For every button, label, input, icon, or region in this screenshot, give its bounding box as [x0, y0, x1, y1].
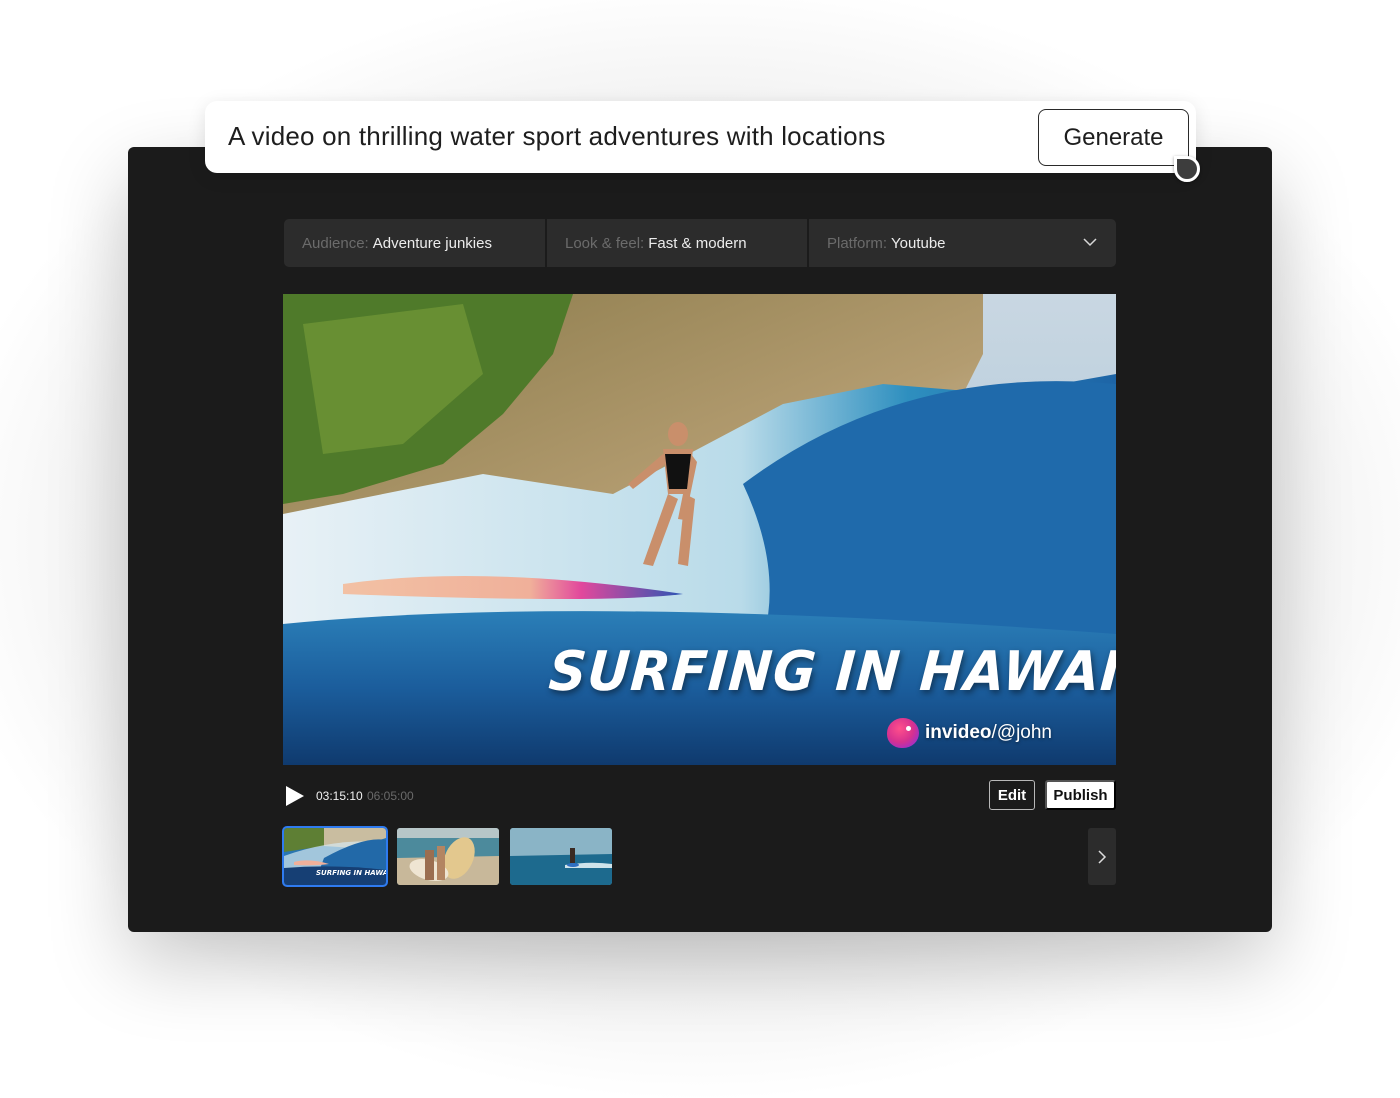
watermark-text: invideo/@john	[925, 722, 1053, 743]
current-time: 03:15:10	[316, 789, 363, 803]
platform-filter[interactable]: Platform: Youtube	[809, 219, 1116, 267]
chevron-down-icon[interactable]	[1082, 234, 1098, 250]
thumbnail-image	[510, 828, 612, 885]
filter-label: Platform:	[827, 234, 888, 252]
play-icon[interactable]	[285, 785, 305, 807]
total-duration: 06:05:00	[367, 789, 414, 803]
filter-value: Youtube	[891, 234, 946, 252]
publish-button[interactable]: Publish	[1045, 780, 1116, 810]
thumbnail-caption: SURFING IN HAWAII	[316, 869, 386, 877]
filter-value: Fast & modern	[648, 234, 747, 252]
scene-thumbnail[interactable]	[510, 828, 612, 885]
audience-filter[interactable]: Audience: Adventure junkies	[284, 219, 545, 267]
mouse-cursor-icon	[1174, 156, 1200, 182]
edit-button[interactable]: Edit	[989, 780, 1035, 810]
prompt-bar: Generate	[205, 101, 1200, 182]
video-title-overlay: SURFING IN HAWAII	[546, 640, 1116, 704]
filter-label: Audience:	[302, 234, 369, 252]
watermark: invideo/@john	[887, 718, 1052, 748]
invideo-logo-icon	[887, 718, 919, 748]
prompt-input[interactable]	[228, 121, 1018, 152]
video-preview[interactable]: SURFING IN HAWAII invideo/@john	[283, 294, 1116, 765]
scene-thumbnail[interactable]: SURFING IN HAWAII	[282, 826, 388, 887]
filter-bar: Audience: Adventure junkies Look & feel:…	[284, 219, 1116, 267]
thumbnails-next-button[interactable]	[1088, 828, 1116, 885]
filter-value: Adventure junkies	[372, 234, 492, 252]
scene-thumbnail[interactable]	[397, 828, 499, 885]
look-and-feel-filter[interactable]: Look & feel: Fast & modern	[547, 219, 807, 267]
chevron-right-icon	[1098, 849, 1107, 864]
generate-button[interactable]: Generate	[1038, 109, 1189, 166]
thumbnail-image	[397, 828, 499, 885]
filter-label: Look & feel:	[565, 234, 645, 252]
